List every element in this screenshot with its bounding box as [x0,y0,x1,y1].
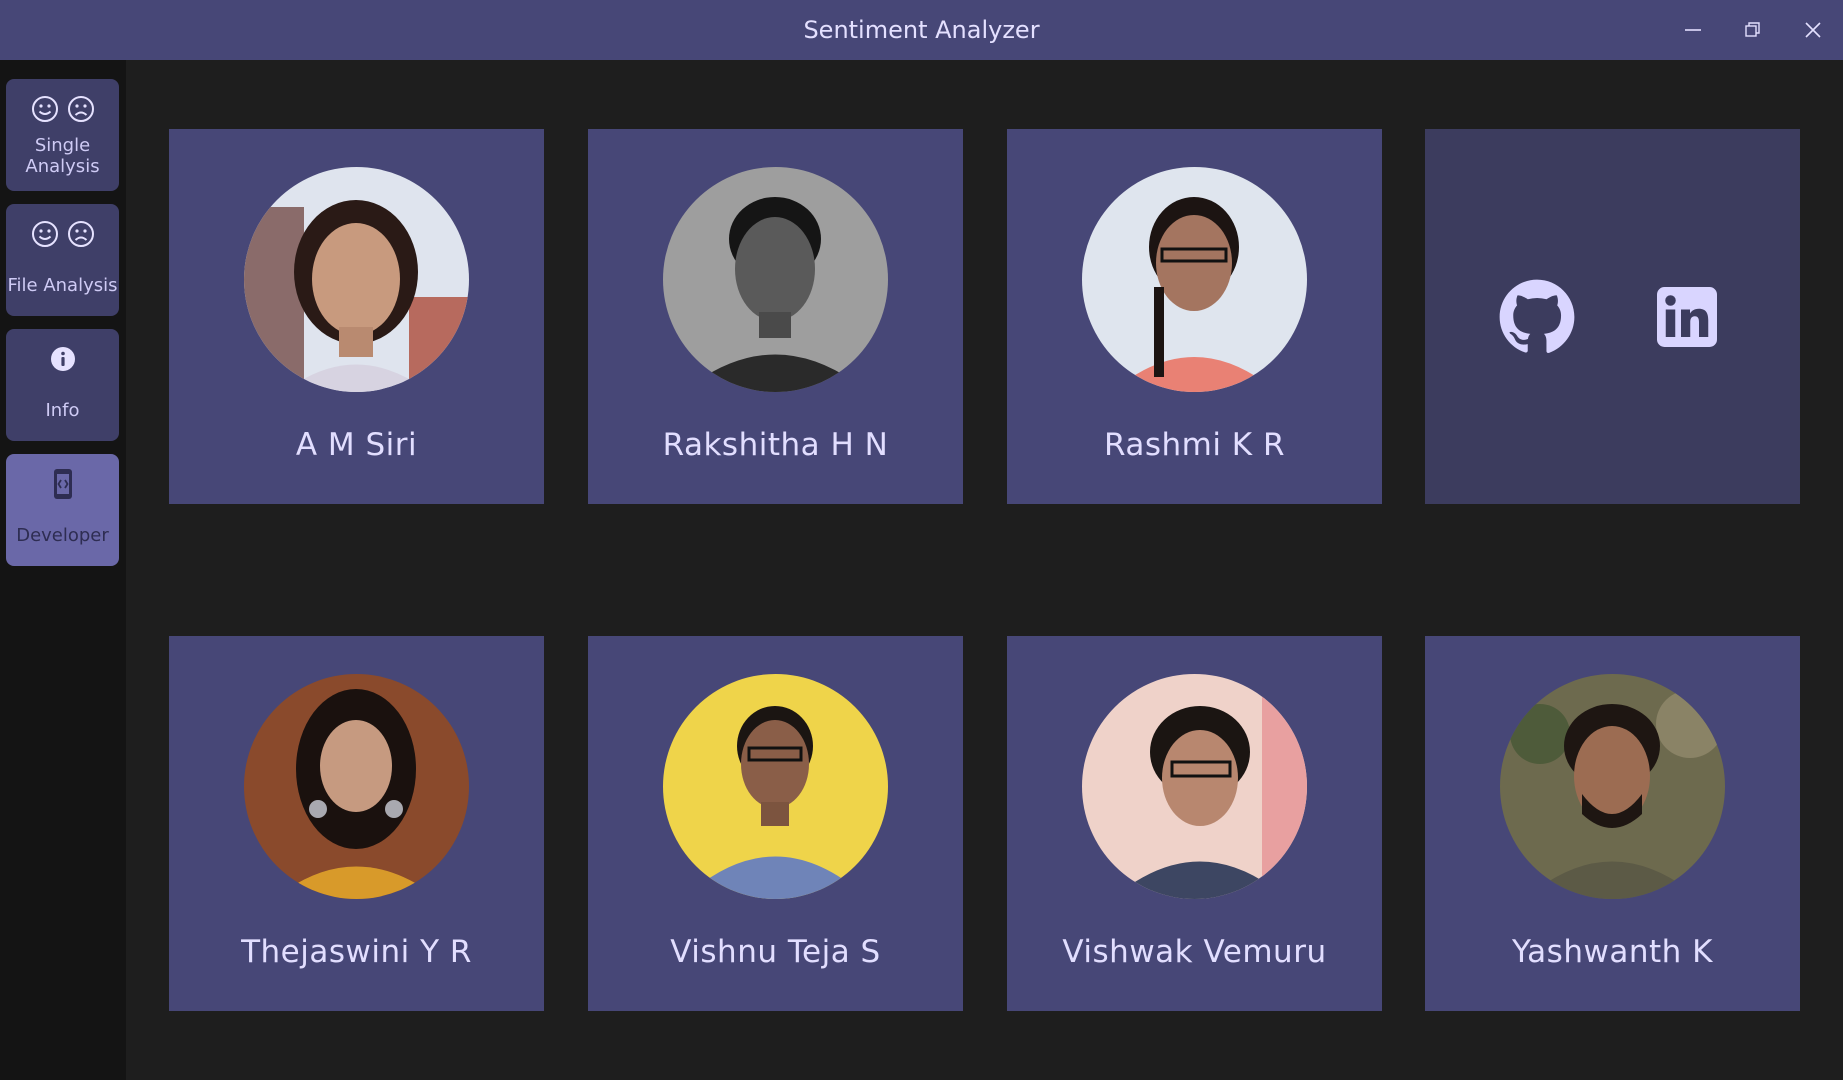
close-button[interactable] [1793,10,1833,50]
nav-info[interactable]: Info [6,329,119,441]
avatar [1082,674,1307,899]
nav-file-analysis[interactable]: File Analysis [6,204,119,316]
avatar [244,674,469,899]
github-link[interactable] [1497,277,1577,357]
frowny-icon [67,96,94,122]
linkedin-icon [1657,287,1717,347]
nav-icons [6,343,119,375]
frowny-icon [67,221,94,247]
title-bar: Sentiment Analyzer [0,0,1843,60]
nav-label: File Analysis [7,275,118,296]
developer-card: Yashwanth K [1425,636,1800,1011]
avatar [1500,674,1725,899]
restore-icon [1745,22,1760,37]
social-links-card [1425,129,1800,504]
developer-card: Vishwak Vemuru [1007,636,1382,1011]
linkedin-link[interactable] [1647,277,1727,357]
developer-grid: A M Siri Rakshitha H N Rashmi K R Thejas… [126,60,1843,1080]
github-icon [1499,279,1575,353]
developer-name: Yashwanth K [1512,934,1713,970]
minimize-icon [1685,29,1701,31]
developer-name: Vishnu Teja S [670,934,881,970]
nav-icons [6,218,119,250]
developer-name: A M Siri [295,427,418,463]
close-icon [1805,22,1821,38]
avatar [663,167,888,392]
restore-button[interactable] [1733,10,1773,50]
developer-name: Rashmi K R [1103,427,1286,463]
developer-card: A M Siri [169,129,544,504]
developer-card: Vishnu Teja S [588,636,963,1011]
developer-name: Thejaswini Y R [241,934,472,970]
window-title: Sentiment Analyzer [803,16,1040,44]
nav-label: Info [45,400,80,421]
nav-developer[interactable]: Developer [6,454,119,566]
developer-icon [53,469,72,499]
nav-label: Single Analysis [25,135,100,177]
nav-icons [6,93,119,125]
developer-name: Vishwak Vemuru [1062,934,1327,970]
smiley-icon [31,221,58,247]
developer-card: Thejaswini Y R [169,636,544,1011]
nav-label: Developer [16,525,109,546]
avatar [663,674,888,899]
nav-icons [6,468,119,500]
nav-single-analysis[interactable]: Single Analysis [6,79,119,191]
minimize-button[interactable] [1673,10,1713,50]
developer-card: Rashmi K R [1007,129,1382,504]
developer-card: Rakshitha H N [588,129,963,504]
avatar [244,167,469,392]
avatar [1082,167,1307,392]
developer-name: Rakshitha H N [662,427,889,463]
info-icon [50,347,75,371]
smiley-icon [31,96,58,122]
sidebar: Single Analysis File Analysis Info Devel… [0,60,126,1080]
